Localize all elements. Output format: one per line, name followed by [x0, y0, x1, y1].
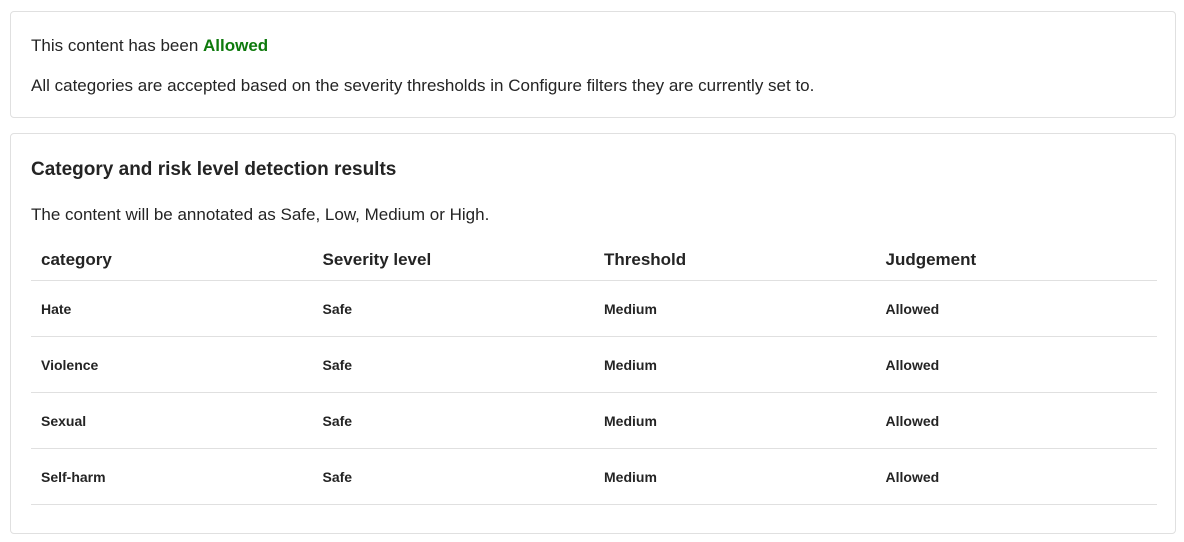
cell-threshold: Medium: [594, 448, 876, 505]
column-header-category: category: [31, 240, 313, 281]
table-row: Hate Safe Medium Allowed: [31, 280, 1157, 337]
cell-severity: Safe: [312, 336, 594, 393]
status-description: All categories are accepted based on the…: [31, 76, 815, 95]
cell-category: Sexual: [31, 392, 313, 449]
cell-judgement: Allowed: [875, 448, 1157, 505]
cell-threshold: Medium: [594, 336, 876, 393]
results-description: The content will be annotated as Safe, L…: [31, 205, 490, 224]
cell-category: Self-harm: [31, 448, 313, 505]
column-header-severity: Severity level: [312, 240, 594, 281]
column-header-judgement: Judgement: [875, 240, 1157, 281]
status-prefix: This content has been: [31, 36, 199, 55]
table-row: Sexual Safe Medium Allowed: [31, 392, 1157, 449]
results-table: category Severity level Threshold Judgem…: [31, 240, 1157, 505]
cell-severity: Safe: [312, 448, 594, 505]
cell-category: Hate: [31, 280, 313, 337]
table-header-row: category Severity level Threshold Judgem…: [31, 240, 1157, 281]
cell-severity: Safe: [312, 280, 594, 337]
column-header-threshold: Threshold: [594, 240, 876, 281]
status-line: This content has been Allowed: [31, 36, 268, 56]
cell-judgement: Allowed: [875, 280, 1157, 337]
cell-category: Violence: [31, 336, 313, 393]
status-result: Allowed: [203, 36, 269, 55]
cell-judgement: Allowed: [875, 392, 1157, 449]
content-status-card: This content has been Allowed All catego…: [10, 11, 1176, 118]
results-title: Category and risk level detection result…: [31, 159, 397, 180]
cell-threshold: Medium: [594, 392, 876, 449]
cell-judgement: Allowed: [875, 336, 1157, 393]
table-row: Self-harm Safe Medium Allowed: [31, 448, 1157, 505]
cell-severity: Safe: [312, 392, 594, 449]
cell-threshold: Medium: [594, 280, 876, 337]
table-row: Violence Safe Medium Allowed: [31, 336, 1157, 393]
detection-results-card: Category and risk level detection result…: [10, 133, 1176, 534]
